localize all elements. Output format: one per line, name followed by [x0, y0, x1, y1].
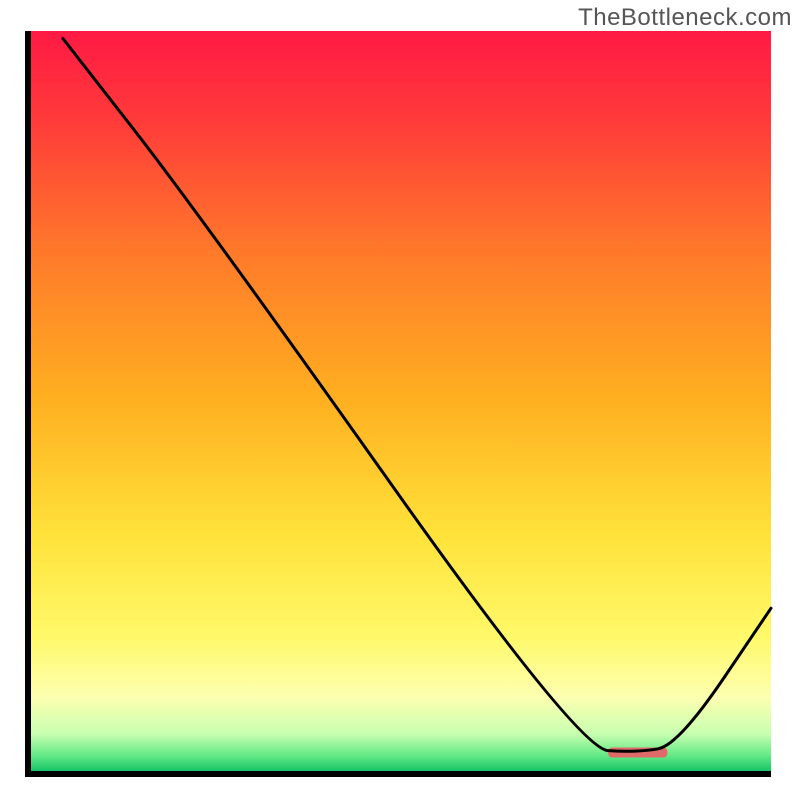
watermark-text: TheBottleneck.com [578, 4, 792, 32]
x-axis [25, 771, 771, 777]
chart-container: TheBottleneck.com [0, 0, 800, 800]
chart-svg [0, 0, 800, 800]
y-axis [25, 31, 31, 777]
